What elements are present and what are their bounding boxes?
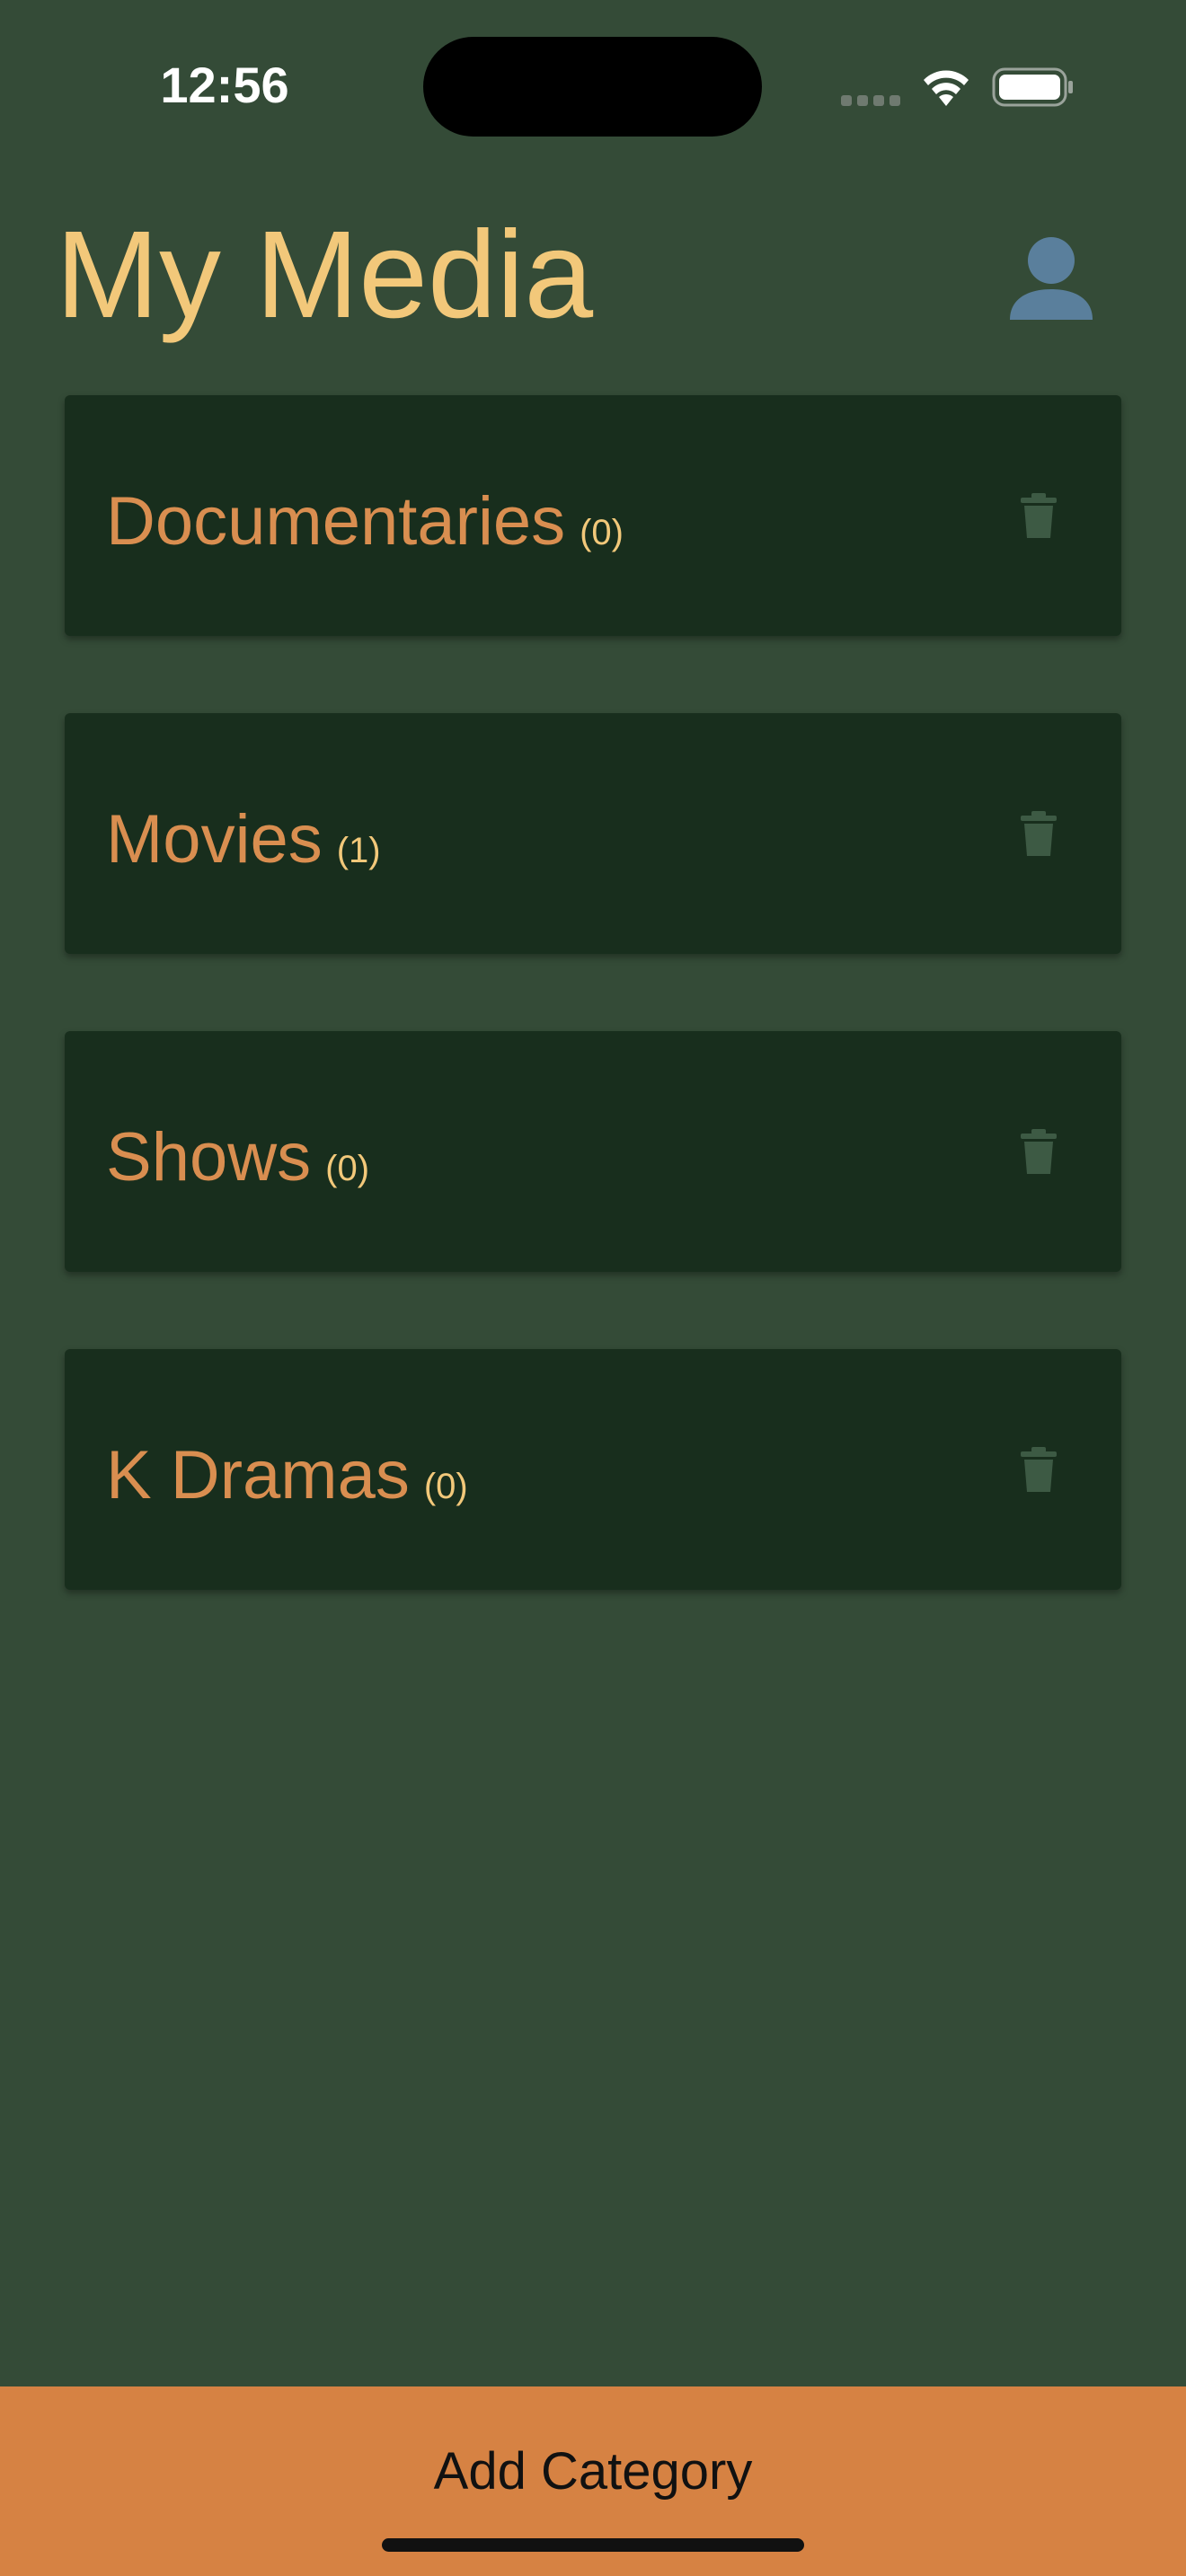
dynamic-island — [423, 37, 762, 137]
category-list: Documentaries (0) Movies (1) Shows (0) K… — [65, 395, 1121, 1667]
category-card-movies[interactable]: Movies (1) — [65, 713, 1121, 954]
status-time: 12:56 — [160, 57, 289, 113]
category-name: Shows — [106, 1119, 312, 1195]
delete-category-button[interactable] — [1013, 1444, 1064, 1495]
profile-button[interactable] — [997, 226, 1105, 325]
delete-category-button[interactable] — [1013, 1126, 1064, 1177]
page-title: My Media — [56, 206, 594, 344]
signal-icon — [841, 95, 902, 106]
trash-icon — [1021, 811, 1057, 856]
category-name: K Dramas — [106, 1437, 410, 1513]
wifi-icon — [924, 70, 969, 106]
status-bar: 12:56 — [0, 0, 1186, 180]
category-name: Documentaries — [106, 483, 566, 560]
trash-icon — [1021, 1129, 1057, 1174]
category-count: (1) — [336, 831, 381, 870]
category-name: Movies — [106, 801, 323, 878]
category-card-shows[interactable]: Shows (0) — [65, 1031, 1121, 1272]
add-category-label: Add Category — [433, 2442, 753, 2501]
person-icon — [1010, 237, 1093, 320]
category-card-documentaries[interactable]: Documentaries (0) — [65, 395, 1121, 636]
home-indicator — [382, 2538, 804, 2552]
battery-icon — [992, 67, 1073, 107]
category-count: (0) — [423, 1467, 468, 1506]
add-category-button[interactable]: Add Category — [0, 2386, 1186, 2576]
category-count: (0) — [580, 513, 624, 552]
trash-icon — [1021, 493, 1057, 538]
category-count: (0) — [325, 1149, 370, 1188]
delete-category-button[interactable] — [1013, 490, 1064, 541]
category-card-k-dramas[interactable]: K Dramas (0) — [65, 1349, 1121, 1590]
trash-icon — [1021, 1447, 1057, 1492]
delete-category-button[interactable] — [1013, 808, 1064, 859]
